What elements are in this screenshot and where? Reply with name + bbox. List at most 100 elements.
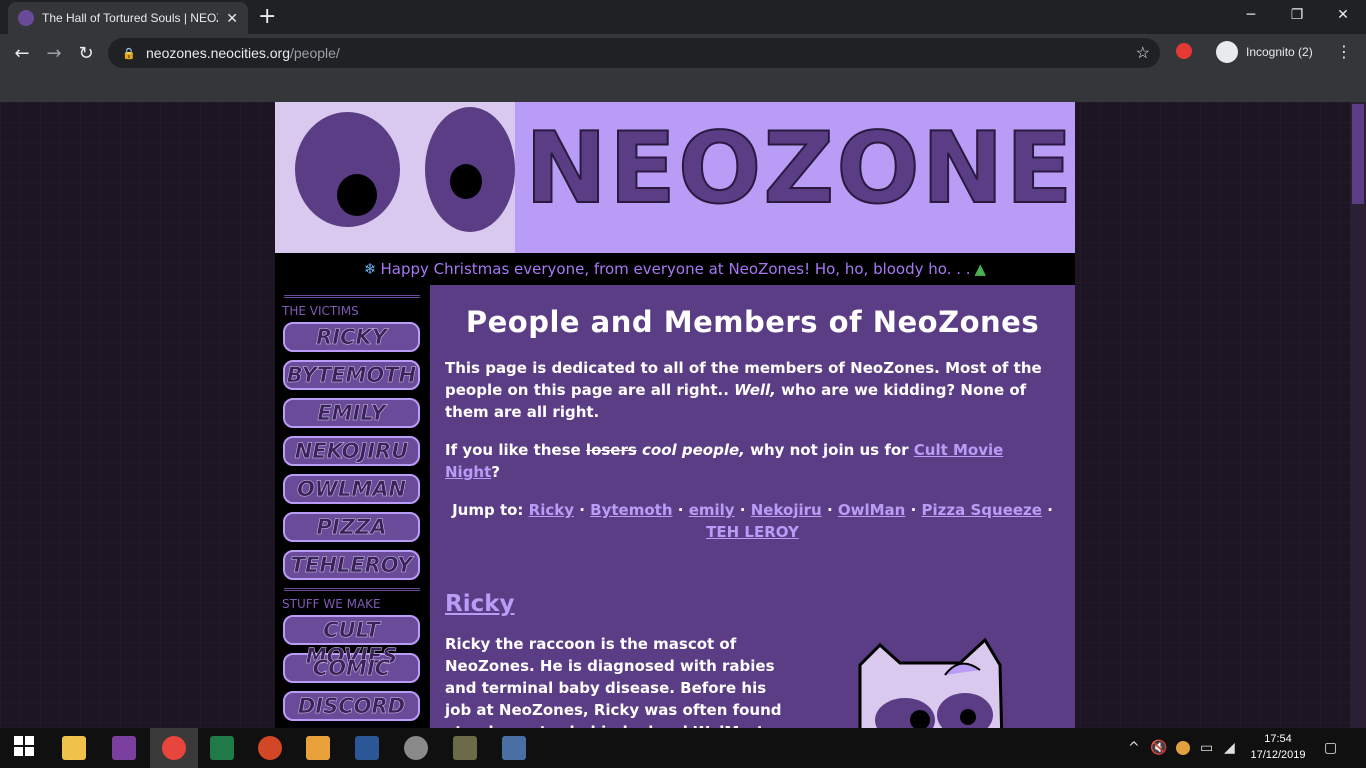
browser-titlebar: The Hall of Tortured Souls | NEOZ ✕ + ─ …	[0, 0, 1366, 34]
jump-link-pizza-squeeze[interactable]: Pizza Squeeze	[922, 501, 1042, 519]
join-paragraph: If you like these losers cool people, wh…	[445, 439, 1060, 483]
window-maximize-button[interactable]: ❐	[1274, 0, 1320, 30]
sidebar-item-pizza[interactable]: PIZZA	[283, 512, 420, 542]
sidebar-item-discord[interactable]: DISCORD	[283, 691, 420, 721]
join-text-end: ?	[491, 463, 500, 481]
page-scrollbar[interactable]	[1350, 102, 1366, 728]
scrollbar-thumb[interactable]	[1352, 104, 1364, 204]
sidebar-divider	[284, 588, 420, 591]
media-player-icon[interactable]	[306, 736, 330, 760]
mascot-left-pupil	[337, 174, 377, 216]
intro-emphasis: Well,	[734, 381, 776, 399]
join-strikethrough: losers	[585, 441, 637, 459]
url-path: /people/	[290, 45, 340, 61]
sidebar-nav: THE VICTIMS RICKY BYTEMOTH EMILY NEKOJIR…	[275, 285, 430, 728]
back-arrow-icon[interactable]: ←	[8, 40, 36, 66]
jump-label: Jump to:	[452, 501, 524, 519]
jump-link-bytemoth[interactable]: Bytemoth	[590, 501, 672, 519]
join-text-b: why not join us for	[744, 441, 914, 459]
extension-icon[interactable]	[1176, 43, 1192, 59]
notifications-icon[interactable]: ▢	[1324, 740, 1337, 756]
chrome-icon[interactable]	[162, 736, 186, 760]
site-container: NEOZONES ❄ Happy Christmas everyone, fro…	[275, 102, 1075, 728]
bookmark-star-icon[interactable]: ☆	[1136, 43, 1150, 63]
ricky-anchor-link[interactable]: Ricky	[445, 591, 515, 617]
jump-separator: ·	[1047, 501, 1053, 519]
sidebar-heading-victims: THE VICTIMS	[282, 304, 359, 318]
window-close-button[interactable]: ✕	[1320, 0, 1366, 30]
christmas-tree-icon: ▲	[974, 260, 987, 278]
url-host: neozones.neocities.org	[146, 45, 290, 61]
jump-separator: ·	[739, 501, 746, 519]
sidebar-item-cult-movies[interactable]: CULT MOVIES	[283, 615, 420, 668]
intro-paragraph: This page is dedicated to all of the mem…	[445, 357, 1060, 423]
sidebar-item-tehleroy[interactable]: TEHLEROY	[283, 550, 420, 580]
sidebar-item-comic[interactable]: COMIC	[283, 653, 420, 683]
browser-toolbar: ← → ↻ 🔒 neozones.neocities.org/people/ ☆	[0, 34, 1366, 72]
bookmark-bar	[0, 72, 1366, 102]
sidebar-item-bytemoth[interactable]: BYTEMOTH	[283, 360, 420, 390]
incognito-indicator[interactable]: Incognito (2)	[1216, 41, 1313, 63]
sidebar-item-ricky[interactable]: RICKY	[283, 322, 420, 352]
page-title: People and Members of NeoZones	[465, 305, 1040, 339]
volume-muted-icon[interactable]: 🔇	[1150, 740, 1167, 756]
announcement-ticker: ❄ Happy Christmas everyone, from everyon…	[275, 253, 1075, 285]
browser-tab[interactable]: The Hall of Tortured Souls | NEOZ ✕	[8, 2, 248, 34]
incognito-label: Incognito (2)	[1246, 45, 1313, 59]
site-logo: NEOZONES	[524, 111, 1075, 227]
paint-icon[interactable]	[404, 736, 428, 760]
snowflake-icon: ❄	[363, 260, 377, 278]
site-favicon-icon	[18, 10, 34, 26]
main-content: People and Members of NeoZones This page…	[430, 285, 1075, 728]
jump-separator: ·	[910, 501, 917, 519]
site-banner[interactable]: NEOZONES	[275, 102, 1075, 253]
clock-date: 17/12/2019	[1250, 749, 1306, 761]
jump-link-teh-leroy[interactable]: TEH LEROY	[706, 523, 799, 541]
jump-link-owlman[interactable]: OwlMan	[838, 501, 905, 519]
browser-menu-icon[interactable]: ⋮	[1336, 42, 1352, 61]
windows-taskbar: ^ 🔇 ▭ ◢ 17:54 17/12/2019 ▢	[0, 728, 1366, 768]
mascot-right-pupil	[450, 164, 482, 199]
sidebar-item-emily[interactable]: EMILY	[283, 398, 420, 428]
ricky-bio: Ricky the raccoon is the mascot of NeoZo…	[445, 635, 782, 728]
join-emphasis: cool people,	[636, 441, 745, 459]
sidebar-heading-stuff: STUFF WE MAKE	[282, 597, 381, 611]
sidebar-divider	[284, 295, 420, 298]
reload-icon[interactable]: ↻	[72, 40, 100, 66]
jump-link-nekojiru[interactable]: Nekojiru	[751, 501, 822, 519]
panda-mascot-image	[275, 102, 515, 253]
jump-link-ricky[interactable]: Ricky	[529, 501, 574, 519]
wifi-icon[interactable]: ◢	[1224, 740, 1235, 756]
tray-chevron-icon[interactable]: ^	[1128, 740, 1140, 756]
word-icon[interactable]	[355, 736, 379, 760]
window-minimize-button[interactable]: ─	[1228, 0, 1274, 30]
clock-time: 17:54	[1264, 733, 1292, 745]
weather-icon[interactable]	[1176, 741, 1190, 755]
tab-close-icon[interactable]: ✕	[226, 10, 238, 27]
screenshot-tool-icon[interactable]	[502, 736, 526, 760]
jump-link-emily[interactable]: emily	[689, 501, 735, 519]
battery-icon[interactable]: ▭	[1200, 740, 1213, 756]
jump-separator: ·	[579, 501, 585, 519]
onenote-icon[interactable]	[112, 736, 136, 760]
ticker-text: Happy Christmas everyone, from everyone …	[380, 260, 971, 278]
new-tab-button[interactable]: +	[258, 4, 276, 30]
address-bar[interactable]: 🔒 neozones.neocities.org/people/ ☆	[108, 38, 1160, 68]
powerpoint-icon[interactable]	[258, 736, 282, 760]
ricky-raccoon-image	[858, 637, 1004, 728]
incognito-icon	[1216, 41, 1238, 63]
file-explorer-icon[interactable]	[62, 736, 86, 760]
jump-to-nav: Jump to: Ricky · Bytemoth · emily · Neko…	[445, 499, 1060, 543]
taskbar-clock[interactable]: 17:54 17/12/2019	[1246, 731, 1310, 763]
page-viewport: NEOZONES ❄ Happy Christmas everyone, fro…	[0, 102, 1350, 728]
sidebar-item-owlman[interactable]: OWLMAN	[283, 474, 420, 504]
forward-arrow-icon[interactable]: →	[40, 40, 68, 66]
lock-icon: 🔒	[122, 47, 136, 60]
app-icon[interactable]	[453, 736, 477, 760]
windows-start-icon[interactable]	[14, 736, 38, 760]
jump-separator: ·	[677, 501, 684, 519]
sidebar-item-nekojiru[interactable]: NEKOJIRU	[283, 436, 420, 466]
join-text-a: If you like these	[445, 441, 586, 459]
excel-icon[interactable]	[210, 736, 234, 760]
section-heading-ricky: Ricky	[445, 591, 1060, 617]
